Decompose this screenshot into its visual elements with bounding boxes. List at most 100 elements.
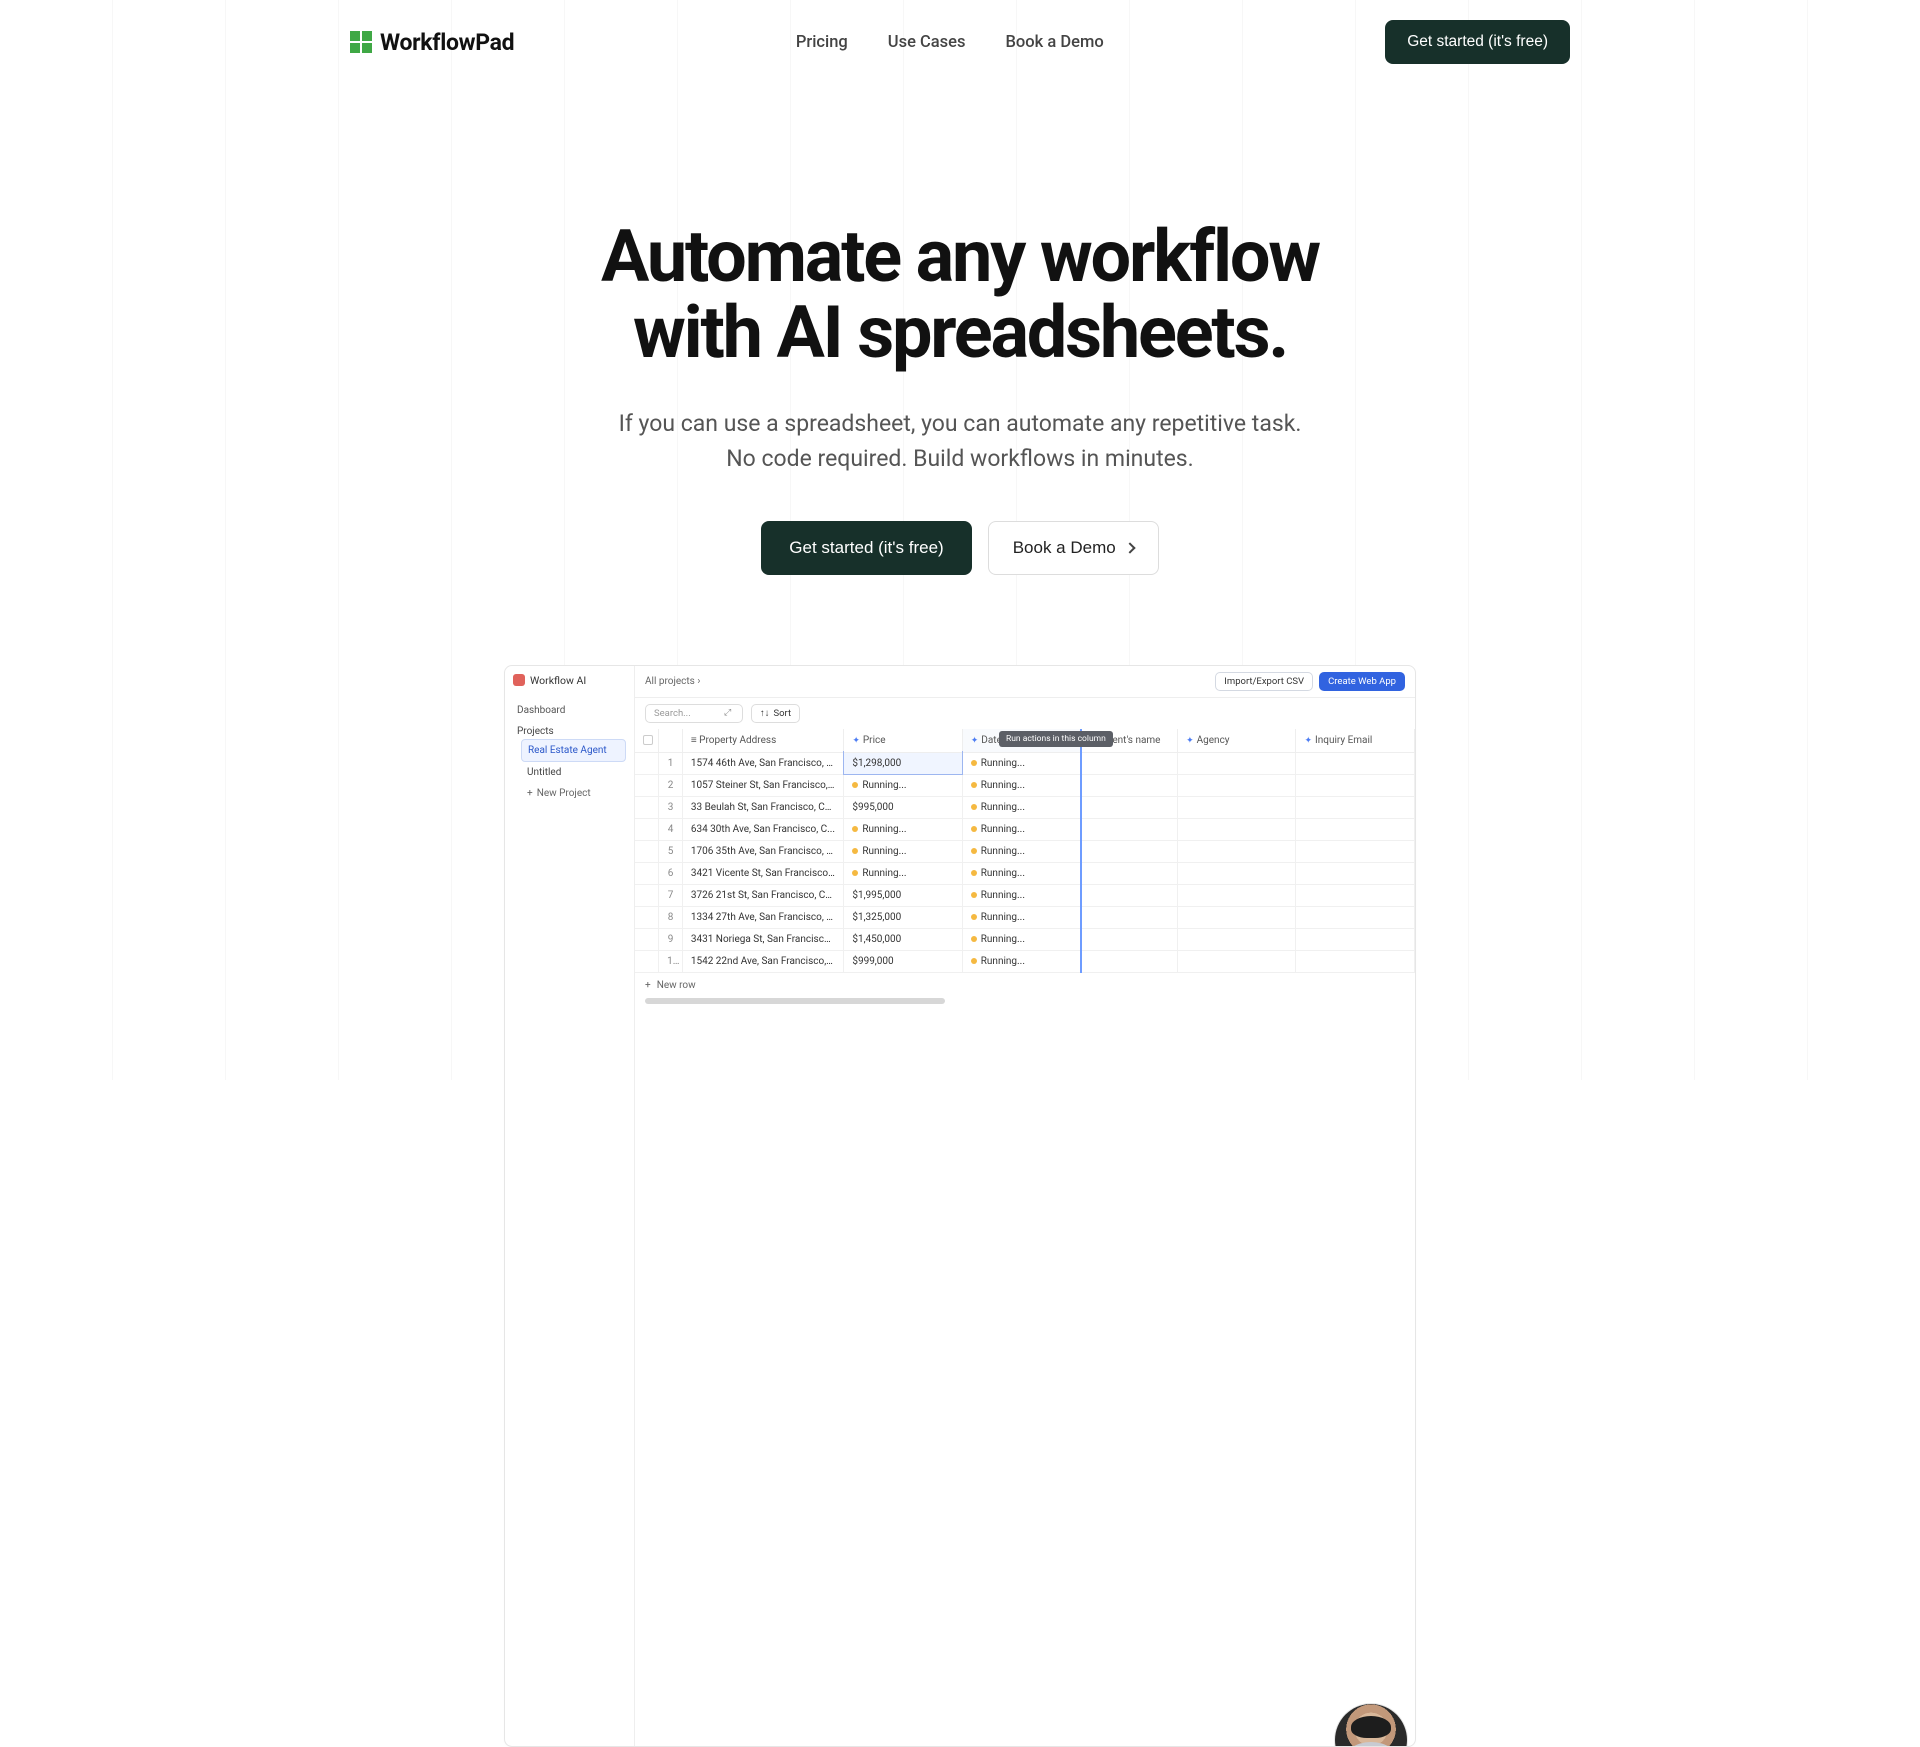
cell-agency[interactable] (1178, 840, 1296, 862)
cell-agent[interactable] (1081, 774, 1178, 796)
cell-date[interactable]: Running... (962, 906, 1080, 928)
cell-address[interactable]: 33 Beulah St, San Francisco, CA... (682, 796, 843, 818)
row-checkbox[interactable] (635, 774, 659, 796)
cell-agent[interactable] (1081, 862, 1178, 884)
cell-agency[interactable] (1178, 950, 1296, 972)
row-checkbox[interactable] (635, 840, 659, 862)
nav-link-pricing[interactable]: Pricing (796, 33, 848, 52)
col-property-address[interactable]: ≡ Property Address (682, 729, 843, 753)
row-checkbox[interactable] (635, 950, 659, 972)
cell-agency[interactable] (1178, 928, 1296, 950)
cell-agency[interactable] (1178, 752, 1296, 774)
sort-button[interactable]: ↑↓ Sort (751, 704, 800, 723)
cell-agent[interactable] (1081, 950, 1178, 972)
cell-date[interactable]: Running... (962, 884, 1080, 906)
cell-email[interactable] (1296, 884, 1415, 906)
table-row[interactable]: 10 1542 22nd Ave, San Francisco, ... $99… (635, 950, 1415, 972)
cell-email[interactable] (1296, 906, 1415, 928)
cell-date[interactable]: Running... (962, 862, 1080, 884)
cell-date[interactable]: Running... (962, 752, 1080, 774)
cell-address[interactable]: 3431 Noriega St, San Francisco, ... (682, 928, 843, 950)
nav-cta-button[interactable]: Get started (it's free) (1385, 20, 1570, 64)
table-row[interactable]: 8 1334 27th Ave, San Francisco, C... $1,… (635, 906, 1415, 928)
cell-price[interactable]: Running... (844, 840, 962, 862)
new-row-button[interactable]: +New row (635, 973, 1415, 998)
hero-get-started-button[interactable]: Get started (it's free) (761, 521, 971, 575)
cell-agency[interactable] (1178, 818, 1296, 840)
hero-book-demo-button[interactable]: Book a Demo (988, 521, 1159, 575)
cell-email[interactable] (1296, 950, 1415, 972)
cell-agent[interactable] (1081, 840, 1178, 862)
row-checkbox[interactable] (635, 884, 659, 906)
cell-agency[interactable] (1178, 796, 1296, 818)
cell-price[interactable]: $1,298,000 (844, 752, 962, 774)
cell-price[interactable]: Running... (844, 818, 962, 840)
cell-email[interactable] (1296, 928, 1415, 950)
cell-agent[interactable] (1081, 906, 1178, 928)
cell-price[interactable]: Running... (844, 862, 962, 884)
search-input[interactable]: Search... (645, 704, 743, 723)
cell-agency[interactable] (1178, 774, 1296, 796)
cell-agent[interactable] (1081, 752, 1178, 774)
cell-agency[interactable] (1178, 884, 1296, 906)
cell-email[interactable] (1296, 862, 1415, 884)
table-row[interactable]: 4 634 30th Ave, San Francisco, C... Runn… (635, 818, 1415, 840)
cell-email[interactable] (1296, 818, 1415, 840)
cell-agent[interactable] (1081, 796, 1178, 818)
cell-agent[interactable] (1081, 928, 1178, 950)
cell-price[interactable]: $1,325,000 (844, 906, 962, 928)
scrollbar-thumb[interactable] (645, 998, 945, 1004)
cell-email[interactable] (1296, 840, 1415, 862)
cell-agent[interactable] (1081, 818, 1178, 840)
cell-address[interactable]: 634 30th Ave, San Francisco, C... (682, 818, 843, 840)
cell-date[interactable]: Running... (962, 818, 1080, 840)
shot-breadcrumb[interactable]: All projects › (645, 676, 700, 687)
col-agency[interactable]: ✦Agency (1178, 729, 1296, 753)
table-row[interactable]: 6 3421 Vicente St, San Francisco, ... Ru… (635, 862, 1415, 884)
cell-agency[interactable] (1178, 862, 1296, 884)
cell-email[interactable] (1296, 774, 1415, 796)
cell-price[interactable]: $995,000 (844, 796, 962, 818)
table-row[interactable]: 5 1706 35th Ave, San Francisco, C... Run… (635, 840, 1415, 862)
nav-link-book-demo[interactable]: Book a Demo (1006, 33, 1104, 52)
cell-address[interactable]: 1057 Steiner St, San Francisco, ... (682, 774, 843, 796)
row-checkbox[interactable] (635, 818, 659, 840)
col-inquiry-email[interactable]: ✦Inquiry Email (1296, 729, 1415, 753)
cell-date[interactable]: Running... (962, 796, 1080, 818)
table-row[interactable]: 7 3726 21st St, San Francisco, CA ... $1… (635, 884, 1415, 906)
cell-agency[interactable] (1178, 906, 1296, 928)
cell-price[interactable]: $999,000 (844, 950, 962, 972)
header-checkbox[interactable] (635, 729, 659, 753)
sidebar-project-untitled[interactable]: Untitled (521, 762, 626, 783)
table-row[interactable]: 9 3431 Noriega St, San Francisco, ... $1… (635, 928, 1415, 950)
sidebar-item-dashboard[interactable]: Dashboard (513, 699, 626, 722)
cell-address[interactable]: 1706 35th Ave, San Francisco, C... (682, 840, 843, 862)
cell-agent[interactable] (1081, 884, 1178, 906)
cell-date[interactable]: Running... (962, 928, 1080, 950)
import-export-button[interactable]: Import/Export CSV (1215, 672, 1313, 691)
col-price[interactable]: ✦Price (844, 729, 962, 753)
row-checkbox[interactable] (635, 906, 659, 928)
cell-date[interactable]: Running... (962, 950, 1080, 972)
cell-address[interactable]: 1574 46th Ave, San Francisco, C... (682, 752, 843, 774)
cell-address[interactable]: 3726 21st St, San Francisco, CA ... (682, 884, 843, 906)
sidebar-project-active[interactable]: Real Estate Agent (521, 739, 626, 762)
row-checkbox[interactable] (635, 928, 659, 950)
cell-price[interactable]: $1,995,000 (844, 884, 962, 906)
cell-address[interactable]: 3421 Vicente St, San Francisco, ... (682, 862, 843, 884)
cell-address[interactable]: 1334 27th Ave, San Francisco, C... (682, 906, 843, 928)
table-row[interactable]: 2 1057 Steiner St, San Francisco, ... Ru… (635, 774, 1415, 796)
nav-link-use-cases[interactable]: Use Cases (888, 33, 966, 52)
cell-price[interactable]: Running... (844, 774, 962, 796)
row-checkbox[interactable] (635, 752, 659, 774)
row-checkbox[interactable] (635, 862, 659, 884)
cell-email[interactable] (1296, 752, 1415, 774)
table-row[interactable]: 3 33 Beulah St, San Francisco, CA... $99… (635, 796, 1415, 818)
create-web-app-button[interactable]: Create Web App (1319, 672, 1405, 691)
cell-date[interactable]: Running... (962, 774, 1080, 796)
cell-email[interactable] (1296, 796, 1415, 818)
cell-address[interactable]: 1542 22nd Ave, San Francisco, ... (682, 950, 843, 972)
table-row[interactable]: 1 1574 46th Ave, San Francisco, C... $1,… (635, 752, 1415, 774)
sidebar-new-project[interactable]: +New Project (521, 783, 626, 804)
brand-logo[interactable]: WorkflowPad (350, 29, 514, 56)
